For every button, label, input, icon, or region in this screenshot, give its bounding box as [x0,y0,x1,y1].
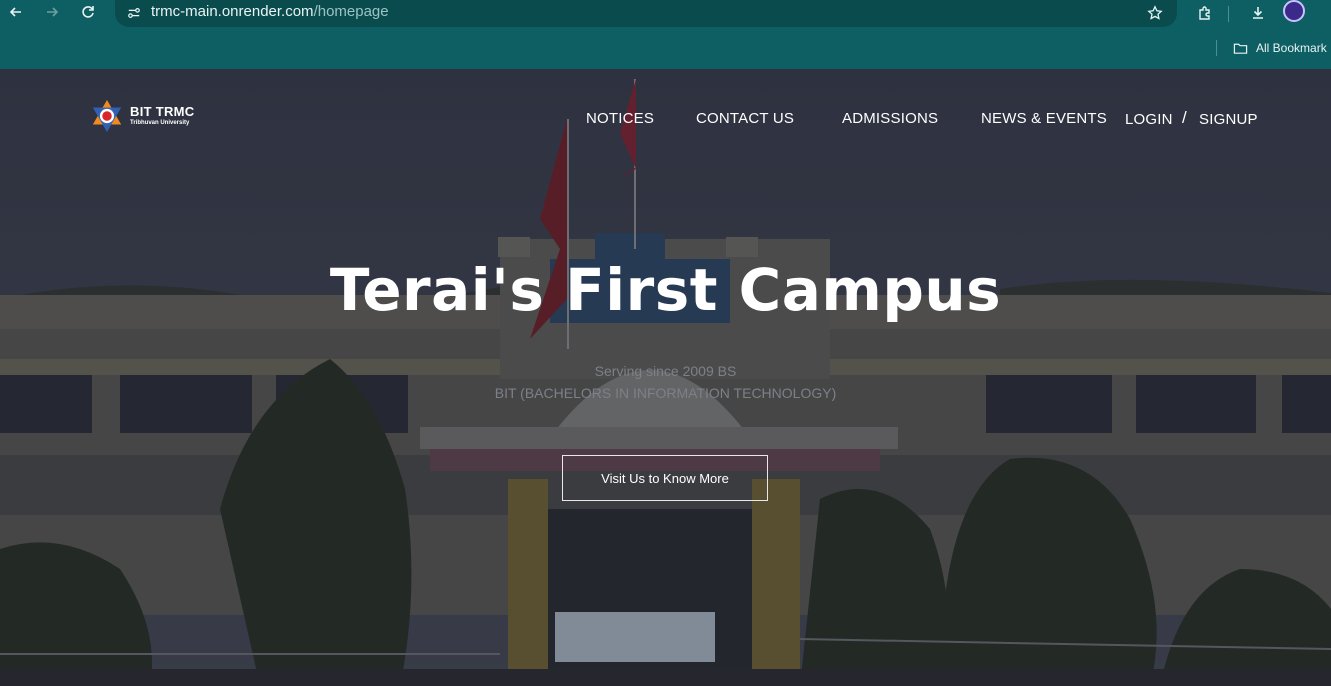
nav-news-events[interactable]: NEWS & EVENTS [981,110,1107,127]
nav-notices[interactable]: NOTICES [586,110,654,127]
nav-admissions[interactable]: ADMISSIONS [842,110,938,127]
extensions-button[interactable] [1193,1,1217,25]
homepage: BIT TRMC Tribhuvan University NOTICES CO… [0,69,1331,686]
nav-signup[interactable]: SIGNUP [1199,111,1258,128]
visit-us-button[interactable]: Visit Us to Know More [562,455,768,501]
all-bookmarks-label: All Bookmark [1256,41,1327,55]
extensions-icon [1199,6,1210,20]
download-icon [1253,7,1263,19]
forward-icon [47,7,59,17]
logo-text: BIT TRMC Tribhuvan University [130,105,195,127]
hero-title: Terai's First Campus [329,256,1002,324]
url-text[interactable]: trmc-main.onrender.com/homepage [151,3,389,20]
nav-contact-us[interactable]: CONTACT US [696,110,794,127]
browser-toolbar: trmc-main.onrender.com/homepage [0,0,1331,28]
tribhuvan-university-logo-icon [92,99,122,133]
bookmarks-divider [1216,40,1217,56]
back-icon [9,7,21,17]
nav-auth-separator: / [1182,108,1187,127]
downloads-button[interactable] [1246,1,1270,25]
folder-icon [1233,43,1248,54]
logo-title: BIT TRMC [130,104,195,119]
url-path: /homepage [313,3,389,20]
all-bookmarks-button[interactable]: All Bookmark [1233,39,1327,57]
back-button[interactable] [4,0,28,24]
star-icon [1147,5,1163,20]
bookmark-star-button[interactable] [1145,3,1165,23]
hero-subtitle-since: Serving since 2009 BS [594,363,737,379]
site-info-button[interactable] [125,4,143,22]
toolbar-divider [1228,6,1229,22]
address-bar[interactable]: trmc-main.onrender.com/homepage [115,0,1177,27]
site-logo[interactable]: BIT TRMC Tribhuvan University [90,99,195,133]
site-info-icon [128,8,140,18]
reload-button[interactable] [76,0,100,24]
hero-subtitle-program: BIT (BACHELORS IN INFORMATION TECHNOLOGY… [494,385,837,401]
browser-chrome: trmc-main.onrender.com/homepage All Book… [0,0,1331,69]
url-host: trmc-main.onrender.com [151,3,314,20]
logo-subtitle: Tribhuvan University [130,120,190,126]
nav-login[interactable]: LOGIN [1125,111,1173,128]
forward-button[interactable] [40,0,64,24]
profile-avatar[interactable] [1283,0,1305,22]
reload-icon [82,6,94,18]
